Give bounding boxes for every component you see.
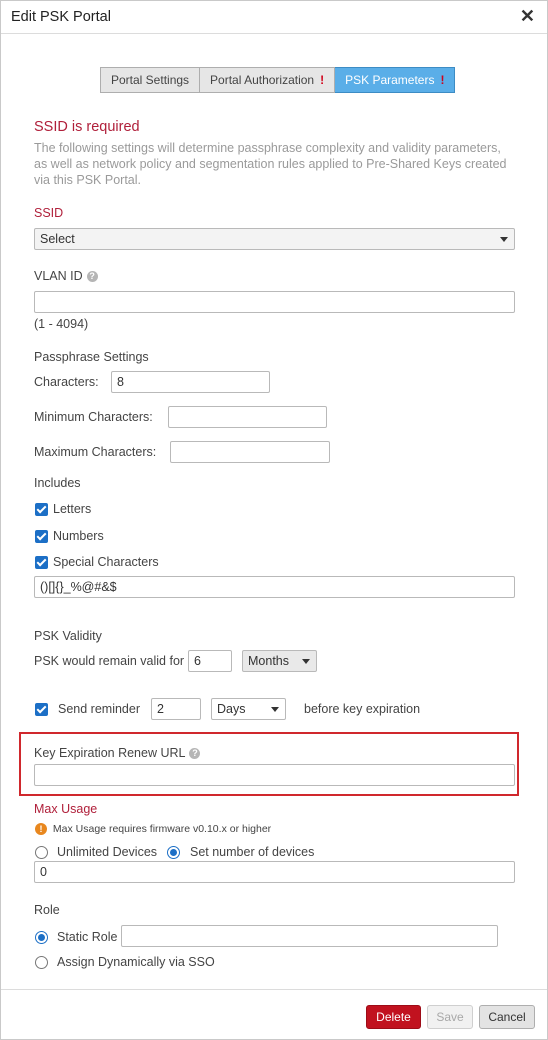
tab-bar: Portal Settings Portal Authorization ! P… [100, 67, 456, 93]
static-role-input[interactable] [121, 925, 498, 947]
help-icon[interactable]: ? [189, 748, 201, 760]
renew-url-label: Key Expiration Renew URL [34, 746, 186, 760]
renew-url-input[interactable] [34, 764, 515, 786]
reminder-unit-value: Days [217, 702, 246, 716]
max-usage-note-row: ! Max Usage requires firmware v0.10.x or… [35, 823, 272, 836]
vlan-label-row: VLAN ID? [34, 269, 98, 283]
close-icon[interactable]: ✕ [520, 6, 535, 27]
warning-icon: ! [320, 73, 325, 87]
max-usage-heading: Max Usage [34, 802, 98, 816]
cancel-button[interactable]: Cancel [479, 1005, 535, 1029]
characters-label: Characters: [34, 375, 99, 389]
reminder-value-input[interactable] [151, 698, 201, 720]
dialog-header: Edit PSK Portal ✕ [1, 1, 547, 34]
unlimited-devices-radio[interactable] [35, 846, 48, 859]
numbers-label: Numbers [53, 529, 104, 543]
tab-label: PSK Parameters [345, 73, 435, 87]
ssid-select-value: Select [40, 232, 75, 246]
renew-url-label-row: Key Expiration Renew URL? [34, 746, 201, 760]
numbers-checkbox[interactable] [35, 530, 48, 543]
warning-icon: ! [440, 73, 445, 87]
vlan-label: VLAN ID [34, 269, 83, 283]
set-number-devices-label: Set number of devices [190, 845, 315, 859]
characters-input[interactable] [111, 371, 270, 393]
letters-label: Letters [53, 502, 92, 516]
tab-portal-authorization[interactable]: Portal Authorization ! [200, 67, 336, 93]
psk-valid-for-label: PSK would remain valid for [34, 654, 185, 668]
chevron-down-icon [302, 659, 310, 664]
assign-dynamically-radio[interactable] [35, 956, 48, 969]
passphrase-settings-heading: Passphrase Settings [34, 350, 149, 364]
special-characters-checkbox[interactable] [35, 556, 48, 569]
psk-validity-heading: PSK Validity [34, 629, 102, 643]
special-characters-label: Special Characters [53, 555, 159, 569]
role-heading: Role [34, 903, 60, 917]
intro-description: The following settings will determine pa… [34, 141, 507, 187]
ssid-label: SSID [34, 206, 64, 220]
chevron-down-icon [500, 237, 508, 242]
dialog-title: Edit PSK Portal [11, 9, 111, 25]
minimum-characters-label: Minimum Characters: [34, 410, 153, 424]
max-usage-note: Max Usage requires firmware v0.10.x or h… [52, 823, 272, 835]
static-role-radio[interactable] [35, 931, 48, 944]
help-icon[interactable]: ? [86, 271, 98, 283]
delete-button[interactable]: Delete [366, 1005, 421, 1029]
assign-dynamically-label: Assign Dynamically via SSO [57, 955, 215, 969]
tab-label: Portal Authorization [210, 73, 315, 87]
dialog-footer: Delete Save Cancel [1, 989, 547, 1040]
ssid-select[interactable]: Select [34, 228, 515, 250]
validity-unit-select[interactable]: Months [242, 650, 317, 672]
ssid-required-error: SSID is required [34, 119, 140, 135]
special-characters-input[interactable] [34, 576, 515, 598]
set-number-devices-radio[interactable] [167, 846, 180, 859]
device-count-input[interactable] [34, 861, 515, 883]
reminder-unit-select[interactable]: Days [211, 698, 286, 720]
validity-duration-input[interactable] [188, 650, 232, 672]
minimum-characters-input[interactable] [168, 406, 327, 428]
maximum-characters-input[interactable] [170, 441, 330, 463]
tab-portal-settings[interactable]: Portal Settings [100, 67, 201, 93]
tab-psk-parameters[interactable]: PSK Parameters ! [335, 67, 456, 93]
warning-icon: ! [35, 823, 47, 836]
chevron-down-icon [271, 707, 279, 712]
vlan-input[interactable] [34, 291, 515, 313]
edit-psk-portal-dialog: Edit PSK Portal ✕ Portal Settings Portal… [0, 0, 548, 1040]
vlan-range-hint: (1 - 4094) [34, 317, 89, 331]
static-role-label: Static Role [57, 930, 118, 944]
letters-checkbox[interactable] [35, 503, 48, 516]
tab-label: Portal Settings [111, 73, 190, 87]
reminder-suffix-label: before key expiration [304, 702, 421, 716]
includes-heading: Includes [34, 476, 81, 490]
maximum-characters-label: Maximum Characters: [34, 445, 157, 459]
send-reminder-label: Send reminder [58, 702, 140, 716]
send-reminder-checkbox[interactable] [35, 703, 48, 716]
unlimited-devices-label: Unlimited Devices [57, 845, 158, 859]
save-button[interactable]: Save [427, 1005, 473, 1029]
validity-unit-value: Months [248, 654, 289, 668]
